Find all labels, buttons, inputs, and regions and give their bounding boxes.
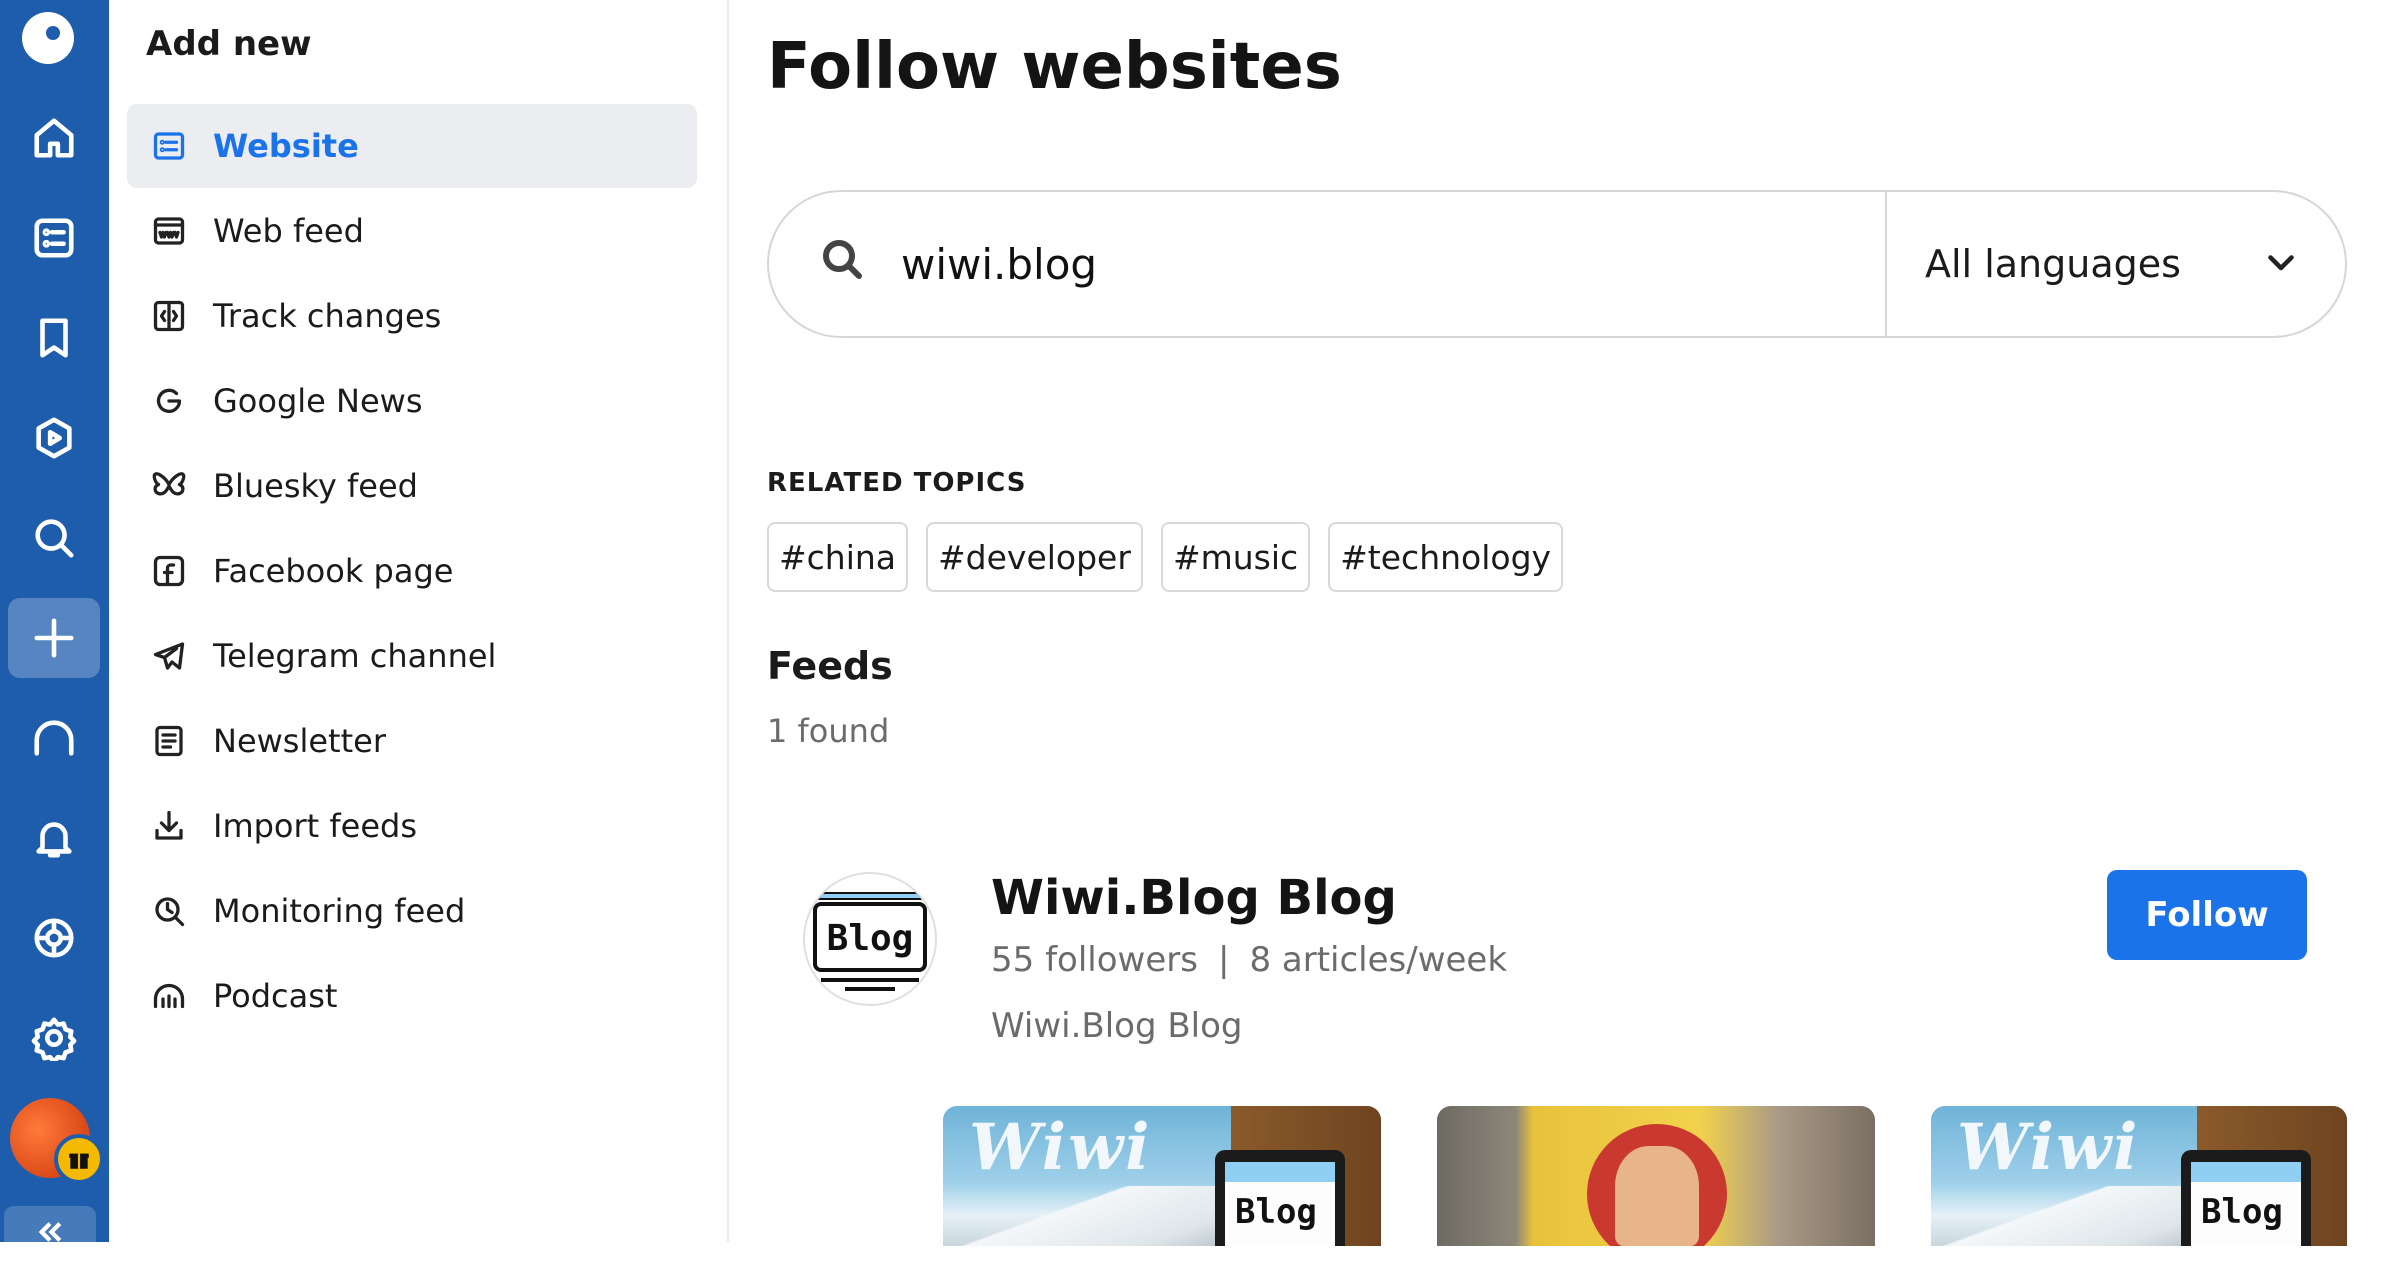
sidebar-item-telegram-channel[interactable]: Telegram channel bbox=[127, 614, 697, 698]
gift-icon bbox=[69, 1153, 89, 1169]
search-input[interactable] bbox=[899, 238, 1883, 290]
search-icon bbox=[35, 519, 74, 558]
sidebar-item-label: Web feed bbox=[213, 212, 364, 250]
feeds-found-count: 1 found bbox=[767, 712, 890, 750]
topic-tag-developer[interactable]: #developer bbox=[926, 522, 1143, 592]
thumbnail-poster-figure bbox=[1615, 1146, 1699, 1246]
feed-result-card[interactable]: Blog Wiwi.Blog Blog 55 followers | 8 art… bbox=[767, 860, 2347, 1246]
sidebar-item-import-feeds[interactable]: Import feeds bbox=[127, 784, 697, 868]
search-button[interactable] bbox=[8, 498, 100, 578]
related-topics-list: #china #developer #music #technology bbox=[767, 522, 1564, 592]
article-thumbnail[interactable]: Wiwi Blog bbox=[943, 1106, 1381, 1246]
video-icon bbox=[36, 417, 72, 459]
integrations-icon bbox=[34, 918, 74, 958]
thumbnail-screen-text: Blog bbox=[2201, 1192, 2283, 1232]
sidebar-item-website[interactable]: Website bbox=[127, 104, 697, 188]
sidebar-item-track-changes[interactable]: Track changes bbox=[127, 274, 697, 358]
google-icon bbox=[149, 381, 189, 421]
article-thumbnail[interactable]: Wiwi Blog bbox=[1931, 1106, 2347, 1246]
sidebar-item-label: Google News bbox=[213, 382, 423, 420]
app-logo[interactable] bbox=[22, 12, 74, 64]
sidebar-item-facebook-page[interactable]: Facebook page bbox=[127, 529, 697, 613]
sidebar-item-google-news[interactable]: Google News bbox=[127, 359, 697, 443]
feeds-button[interactable] bbox=[8, 198, 100, 278]
user-avatar-wrap[interactable] bbox=[10, 1098, 104, 1184]
thumbnail-text: Wiwi bbox=[1957, 1110, 2140, 1185]
settings-button[interactable] bbox=[8, 998, 100, 1078]
sidebar-item-label: Telegram channel bbox=[213, 637, 497, 675]
article-thumbnail[interactable] bbox=[1437, 1106, 1875, 1246]
thumbnail-text: Wiwi bbox=[969, 1110, 1152, 1185]
web-feed-icon bbox=[149, 211, 189, 251]
sidebar-item-label: Facebook page bbox=[213, 552, 454, 590]
feed-avatar-text: Blog bbox=[827, 918, 914, 959]
track-changes-icon bbox=[149, 296, 189, 336]
sidebar-item-podcast[interactable]: Podcast bbox=[127, 954, 697, 1038]
feed-avatar: Blog bbox=[803, 872, 937, 1006]
butterfly-icon bbox=[149, 466, 189, 506]
feed-followers: 55 followers bbox=[991, 940, 1198, 980]
language-select[interactable]: All languages bbox=[1887, 192, 2347, 336]
sidebar-item-label: Import feeds bbox=[213, 807, 417, 845]
monitoring-icon bbox=[149, 891, 189, 931]
import-icon bbox=[149, 806, 189, 846]
related-topics-title: RELATED TOPICS bbox=[767, 468, 1027, 498]
topic-tag-technology[interactable]: #technology bbox=[1328, 522, 1564, 592]
telegram-icon bbox=[149, 636, 189, 676]
main-content: Follow websites All languages RELATED TO… bbox=[729, 0, 2384, 1246]
sidebar-item-newsletter[interactable]: Newsletter bbox=[127, 699, 697, 783]
app-rail bbox=[0, 0, 109, 1266]
search-bar: All languages bbox=[767, 190, 2347, 338]
feed-name[interactable]: Wiwi.Blog Blog bbox=[991, 870, 1397, 926]
page-title: Follow websites bbox=[767, 30, 1342, 104]
feeds-heading: Feeds bbox=[767, 644, 893, 688]
sidebar-item-label: Newsletter bbox=[213, 722, 386, 760]
podcasts-button[interactable] bbox=[8, 698, 100, 778]
language-select-value: All languages bbox=[1925, 242, 2181, 286]
bookmarks-button[interactable] bbox=[8, 298, 100, 378]
notifications-button[interactable] bbox=[8, 798, 100, 878]
sidebar-item-label: Track changes bbox=[213, 297, 442, 335]
topic-tag-china[interactable]: #china bbox=[767, 522, 909, 592]
sidebar-item-label: Podcast bbox=[213, 977, 338, 1015]
search-icon bbox=[819, 236, 875, 292]
feed-meta: 55 followers | 8 articles/week bbox=[991, 940, 1507, 980]
podcast-icon bbox=[149, 976, 189, 1016]
gear-icon bbox=[31, 1017, 77, 1061]
feed-frequency: 8 articles/week bbox=[1249, 940, 1508, 980]
topic-tag-music[interactable]: #music bbox=[1160, 522, 1311, 592]
home-icon bbox=[34, 118, 74, 158]
sidebar-item-monitoring-feed[interactable]: Monitoring feed bbox=[127, 869, 697, 953]
videos-button[interactable] bbox=[8, 398, 100, 478]
bookmark-icon bbox=[40, 318, 68, 358]
thumbnail-screen-text: Blog bbox=[1235, 1192, 1317, 1232]
headphones-icon bbox=[34, 720, 74, 756]
follow-button[interactable]: Follow bbox=[2107, 870, 2307, 960]
gift-badge[interactable] bbox=[54, 1134, 104, 1184]
thumbnail-screen: Blog bbox=[2181, 1150, 2311, 1246]
chevron-down-icon bbox=[2263, 244, 2299, 284]
feed-description: Wiwi.Blog Blog bbox=[991, 1006, 1243, 1046]
bell-icon bbox=[36, 822, 72, 858]
sidebar-item-label: Monitoring feed bbox=[213, 892, 466, 930]
integrations-button[interactable] bbox=[8, 898, 100, 978]
home-button[interactable] bbox=[8, 98, 100, 178]
newsletter-icon bbox=[149, 721, 189, 761]
sidebar-title: Add new bbox=[146, 24, 312, 64]
thumbnail-screen: Blog bbox=[1215, 1150, 1345, 1246]
collapse-sidebar-button[interactable] bbox=[4, 1206, 96, 1266]
sidebar-item-bluesky-feed[interactable]: Bluesky feed bbox=[127, 444, 697, 528]
add-new-button[interactable] bbox=[8, 598, 100, 678]
sidebar-item-label: Bluesky feed bbox=[213, 467, 418, 505]
sidebar-item-web-feed[interactable]: Web feed bbox=[127, 189, 697, 273]
feed-meta-separator: | bbox=[1217, 940, 1230, 980]
add-new-sidebar: Add new Website Web feed Track changes G… bbox=[109, 0, 729, 1242]
sidebar-item-label: Website bbox=[213, 127, 359, 165]
facebook-icon bbox=[149, 551, 189, 591]
website-icon bbox=[149, 126, 189, 166]
feeds-icon bbox=[34, 218, 74, 258]
add-icon bbox=[34, 618, 74, 658]
blog-logo-icon: Blog bbox=[813, 892, 927, 991]
